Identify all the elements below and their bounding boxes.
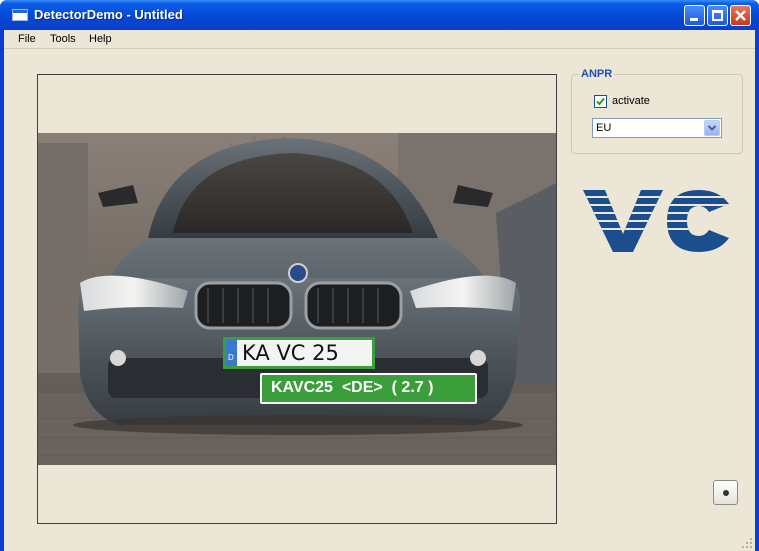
client-area: File Tools Help D KA VC 25 KAVC25 <DE> (… <box>4 30 755 551</box>
menu-help[interactable]: Help <box>89 33 112 45</box>
plate-country-badge: D <box>228 353 234 362</box>
camera-image: vision compo <box>38 133 556 465</box>
detection-result-text: KAVC25 <DE> ( 2.7 ) <box>271 379 434 396</box>
chevron-down-icon <box>707 125 717 131</box>
minimize-icon <box>690 18 698 21</box>
region-select-value: EU <box>596 122 612 134</box>
maximize-icon <box>712 10 723 21</box>
app-window: DetectorDemo - Untitled File Tools Help <box>0 0 759 551</box>
window-title: DetectorDemo - Untitled <box>34 7 183 22</box>
image-viewer[interactable]: vision compo <box>37 74 557 524</box>
checkmark-icon <box>596 97 605 106</box>
minimize-button[interactable] <box>684 5 705 26</box>
menu-file[interactable]: File <box>18 33 36 45</box>
activate-checkbox[interactable] <box>594 95 607 108</box>
detection-result-label: KAVC25 <DE> ( 2.7 ) <box>260 373 477 404</box>
maximize-button[interactable] <box>707 5 728 26</box>
anpr-group: ANPR activate EU <box>571 68 743 154</box>
close-icon <box>735 10 746 21</box>
menu-bar: File Tools Help <box>4 30 755 49</box>
record-icon <box>723 490 729 496</box>
plate-detection-box: D KA VC 25 <box>223 337 375 369</box>
resize-grip-icon[interactable] <box>741 537 753 549</box>
title-bar[interactable]: DetectorDemo - Untitled <box>0 0 759 30</box>
license-plate: D KA VC 25 <box>226 340 372 366</box>
vc-logo-graphic <box>583 190 729 252</box>
anpr-group-label: ANPR <box>579 68 615 80</box>
record-button[interactable] <box>713 480 738 505</box>
region-select[interactable]: EU <box>592 118 722 138</box>
plate-country-strip: D <box>226 340 237 366</box>
region-select-dropdown-button[interactable] <box>704 120 720 136</box>
app-icon[interactable] <box>12 9 28 21</box>
car-photo: vision compo <box>38 133 556 465</box>
close-button[interactable] <box>730 5 751 26</box>
plate-text: KA VC 25 <box>242 341 339 365</box>
activate-label[interactable]: activate <box>612 95 650 107</box>
vc-logo <box>583 190 729 252</box>
menu-tools[interactable]: Tools <box>50 33 76 45</box>
